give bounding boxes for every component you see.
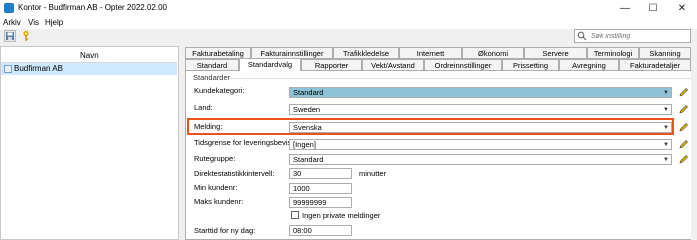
key-icon[interactable] [20, 30, 32, 42]
tab-vekt-avstand[interactable]: Vekt/Avstand [362, 59, 424, 71]
ingen-private-checkbox[interactable] [291, 211, 299, 219]
tidsgrense-select[interactable]: [Ingen] ▼ [289, 139, 672, 150]
tree-header-label: Navn [80, 51, 99, 60]
kundekategori-value: Standard [293, 88, 324, 97]
tab-prissetting[interactable]: Prissetting [502, 59, 559, 71]
min-kundenr-input[interactable]: 1000 [289, 183, 352, 194]
starttid-label: Starttid for ny dag: [194, 226, 256, 235]
company-icon [4, 65, 12, 73]
direktestatistikk-input[interactable]: 30 [289, 168, 352, 179]
menu-arkiv[interactable]: Arkiv [3, 18, 21, 27]
app-icon [4, 3, 14, 13]
direktestatistikk-unit: minutter [359, 169, 387, 178]
tab-standard[interactable]: Standard [185, 59, 239, 71]
chevron-down-icon: ▼ [663, 157, 669, 163]
ingen-private-label: Ingen private meldinger [302, 211, 381, 220]
menu-bar [0, 17, 697, 29]
edit-pencil-icon[interactable] [678, 154, 689, 165]
save-icon[interactable] [4, 30, 16, 42]
min-kundenr-label: Min kundenr: [194, 183, 238, 192]
maks-kundenr-input[interactable]: 99999999 [289, 197, 352, 208]
scrollbar[interactable] [691, 46, 697, 240]
chevron-down-icon: ▼ [663, 90, 669, 96]
search-input[interactable] [591, 31, 685, 41]
edit-pencil-icon[interactable] [678, 139, 689, 150]
land-label: Land: [194, 103, 213, 112]
tidsgrense-value: [Ingen] [293, 140, 316, 149]
chevron-down-icon: ▼ [663, 142, 669, 148]
starttid-input[interactable]: 08:00 [289, 225, 352, 236]
close-icon[interactable]: ✕ [669, 0, 695, 17]
rutegruppe-label: Rutegruppe: [194, 154, 236, 163]
group-divider [230, 78, 692, 79]
maks-kundenr-label: Maks kundenr: [194, 197, 244, 206]
maximize-icon[interactable]: ☐ [640, 0, 666, 17]
edit-pencil-icon[interactable] [678, 87, 689, 98]
tab-okonomi[interactable]: Økonomi [462, 47, 524, 59]
land-value: Sweden [293, 105, 321, 114]
search-icon [577, 31, 587, 41]
rutegruppe-value: Standard [293, 155, 324, 164]
highlight-box [187, 118, 674, 135]
tab-trafikkledelse[interactable]: Trafikkledelse [333, 47, 399, 59]
edit-pencil-icon[interactable] [678, 104, 689, 115]
tab-fakturadetaljer[interactable]: Fakturadetaljer [619, 59, 691, 71]
tidsgrense-label: Tidsgrense for leveringsbevis [194, 138, 292, 147]
group-title: Standarder [193, 73, 231, 82]
tab-rapporter[interactable]: Rapporter [301, 59, 362, 71]
tab-ordreinnstillinger[interactable]: Ordreinnstillinger [424, 59, 502, 71]
edit-pencil-icon[interactable] [678, 122, 689, 133]
kundekategori-label: Kundekategori: [194, 86, 245, 95]
land-select[interactable]: Sweden ▼ [289, 104, 672, 115]
minimize-icon[interactable]: — [612, 0, 638, 17]
chevron-down-icon: ▼ [663, 107, 669, 113]
window-title: Kontor - Budfirman AB - Opter 2022.02.00 [18, 3, 167, 12]
tab-terminologi[interactable]: Terminologi [587, 47, 639, 59]
tree-item-label: Budfirman AB [14, 64, 63, 73]
tab-avregning[interactable]: Avregning [559, 59, 619, 71]
rutegruppe-select[interactable]: Standard ▼ [289, 154, 672, 165]
kundekategori-select[interactable]: Standard ▼ [289, 87, 672, 98]
tab-servere[interactable]: Servere [524, 47, 587, 59]
direktestatistikk-label: Direktestatistikkintervell: [194, 169, 275, 178]
menu-hjelp[interactable]: Hjelp [45, 18, 63, 27]
search-box[interactable] [574, 29, 691, 43]
tab-standardvalg[interactable]: Standardvalg [239, 58, 301, 71]
menu-vis[interactable]: Vis [28, 18, 39, 27]
tab-skanning[interactable]: Skanning [639, 47, 691, 59]
tab-internett[interactable]: Internett [399, 47, 462, 59]
tree-panel [0, 46, 179, 240]
